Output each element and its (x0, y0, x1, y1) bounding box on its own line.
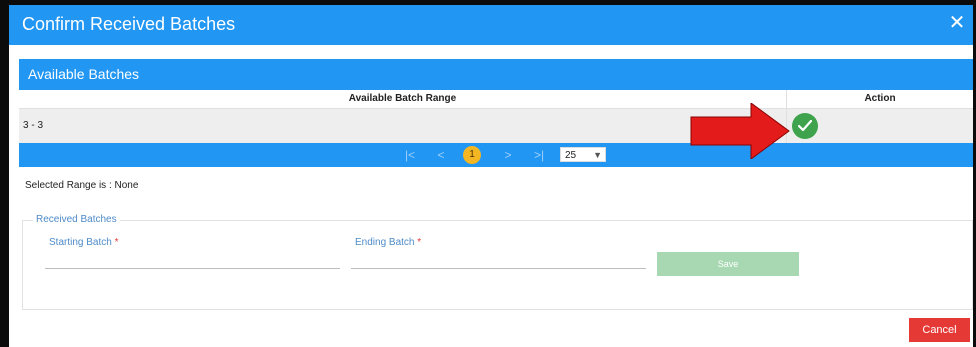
save-button[interactable]: Save (657, 252, 799, 276)
table-row[interactable]: 3 - 3 (19, 109, 973, 143)
dialog-title: Confirm Received Batches (22, 14, 236, 34)
starting-batch-label-text: Starting Batch (49, 237, 112, 248)
confirm-batch-button[interactable] (792, 113, 818, 139)
next-page-icon[interactable]: > (499, 146, 517, 164)
confirm-received-batches-dialog: Confirm Received Batches ✕ Available Bat… (9, 5, 973, 347)
previous-page-icon[interactable]: < (432, 146, 450, 164)
dialog-title-bar: Confirm Received Batches ✕ (9, 5, 973, 45)
ending-batch-label-text: Ending Batch (355, 237, 415, 248)
starting-batch-label: Starting Batch * (49, 237, 119, 248)
page-size-value: 25 (565, 150, 577, 161)
last-page-icon[interactable]: >| (530, 146, 548, 164)
selected-range-text: Selected Range is : None (25, 180, 139, 191)
cancel-button[interactable]: Cancel (909, 318, 970, 342)
page-size-select[interactable]: 25 ▼ (560, 147, 606, 162)
available-batches-title: Available Batches (28, 66, 140, 82)
batch-range-cell: 3 - 3 (23, 120, 44, 131)
chevron-down-icon: ▼ (593, 150, 602, 160)
available-batches-header: Available Batches (19, 59, 973, 90)
current-page-badge[interactable]: 1 (463, 146, 481, 164)
close-icon[interactable]: ✕ (945, 11, 969, 35)
pagination-bar: |< < 1 > >| 25 ▼ (19, 143, 973, 167)
first-page-icon[interactable]: |< (401, 146, 419, 164)
red-arrow-icon (690, 103, 790, 159)
ending-batch-input[interactable] (351, 251, 646, 269)
column-header-action: Action (864, 93, 896, 104)
received-batches-legend: Received Batches (33, 214, 120, 225)
column-header-range: Available Batch Range (19, 90, 787, 108)
available-batches-panel: Available Batches Available Batch Range … (19, 59, 973, 169)
screen-border-left (0, 0, 9, 347)
required-mark: * (417, 237, 422, 248)
table-header: Available Batch Range Action (19, 90, 973, 109)
checkmark-icon (798, 120, 812, 132)
starting-batch-input[interactable] (45, 251, 340, 269)
required-mark: * (114, 237, 119, 248)
ending-batch-label: Ending Batch * (355, 237, 421, 248)
